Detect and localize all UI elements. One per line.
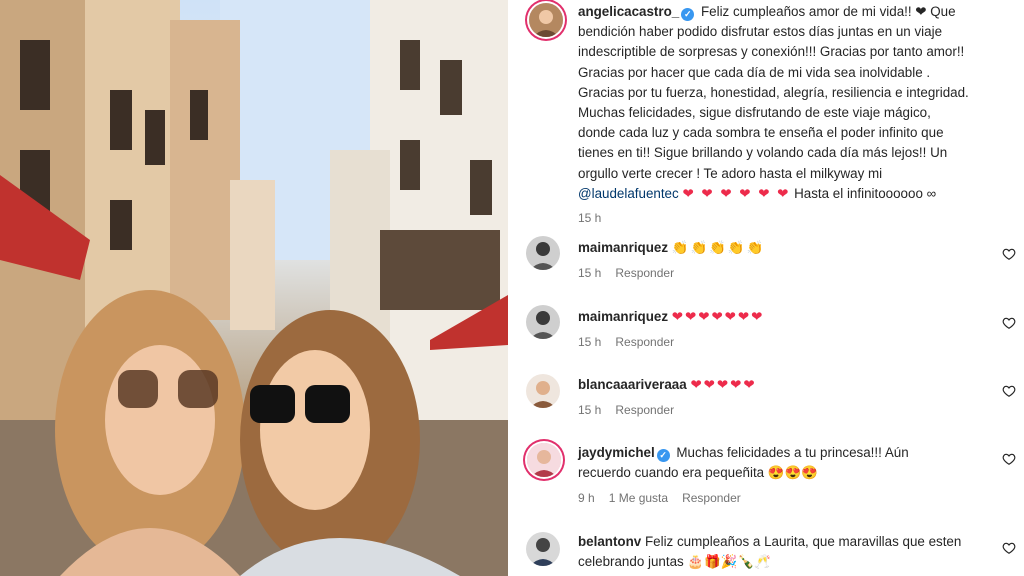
comment-avatar[interactable] [527, 443, 561, 477]
heart-outline-icon[interactable] [1002, 452, 1016, 466]
caption-line-1: Feliz cumpleaños amor de mi vida!! ❤ Que [700, 4, 956, 19]
caption-mention[interactable]: @laudelafuentec [578, 186, 679, 201]
reply-button[interactable]: Responder [682, 491, 741, 505]
heart-outline-icon[interactable] [1002, 541, 1016, 555]
verified-icon: ✓ [656, 449, 670, 462]
comment-username[interactable]: maimanriquez [578, 309, 668, 324]
heart-outline-icon[interactable] [1002, 247, 1016, 261]
comment-text: Muchas felicidades a tu princesa!!! Aún [676, 445, 909, 460]
comment-text-2: celebrando juntas 🎂🎁🎉🍾🥂 [578, 554, 771, 569]
caption-line-8: tienes en ti!! Sigue brillando y volando… [578, 145, 948, 161]
caption-time: 15 h [578, 211, 602, 226]
comment-time: 9 h [578, 491, 595, 505]
caption-line-9: orgullo verte crecer ! Te adoro hasta el… [578, 165, 883, 181]
post-caption: angelicacastro_ ✓ Feliz cumpleaños amor d… [578, 2, 1003, 228]
comment-text: 👏👏👏👏👏 [671, 240, 766, 255]
comment-time: 15 h [578, 403, 602, 417]
caption-avatar[interactable] [529, 3, 563, 37]
caption-meta: 15 h [578, 208, 1003, 228]
comment-item: blancaaariveraaa ❤❤❤❤❤ 15 h Responder [578, 375, 998, 420]
caption-line-5: Gracias por tu fuerza, honestidad, alegr… [578, 84, 969, 100]
reply-button[interactable]: Responder [615, 335, 674, 349]
caption-line-7: donde cada luz y cada sombra te enseña e… [578, 125, 944, 141]
comment-text: Feliz cumpleaños a Laurita, que maravill… [644, 534, 962, 549]
comment-likes[interactable]: 1 Me gusta [609, 491, 668, 505]
comment-username[interactable]: maimanriquez [578, 240, 668, 255]
caption-line-2: bendición haber podido disfrutar estos d… [578, 24, 943, 40]
verified-icon: ✓ [681, 8, 695, 21]
caption-tail: Hasta el infinitoooooo ∞ [794, 185, 937, 201]
reply-button[interactable]: Responder [615, 403, 674, 417]
reply-button[interactable]: Responder [615, 266, 674, 280]
photo-scene [0, 0, 508, 576]
caption-line-3: indescriptible de sorpresas y conexión!!… [578, 44, 965, 60]
heart-outline-icon[interactable] [1002, 384, 1016, 398]
comments-panel: angelicacastro_ ✓ Feliz cumpleaños amor d… [508, 0, 1024, 576]
comment-avatar[interactable] [526, 236, 560, 270]
comment-item: jaydymichel ✓ Muchas felicidades a tu pri… [578, 443, 998, 508]
comment-time: 15 h [578, 335, 602, 349]
post-photo[interactable] [0, 0, 508, 576]
comment-item: maimanriquez ❤❤❤❤❤❤❤ 15 h Responder [578, 307, 998, 352]
comment-item: belantonv Feliz cumpleaños a Laurita, qu… [578, 532, 998, 572]
comment-text: ❤❤❤❤❤ [690, 377, 757, 392]
caption-line-4: Gracias por hacer que cada día de mi vid… [578, 64, 931, 80]
comment-text-2: recuerdo cuando era pequeñita 😍😍😍 [578, 465, 818, 480]
comment-avatar[interactable] [526, 305, 560, 339]
comment-username[interactable]: blancaaariveraaa [578, 377, 687, 392]
comment-avatar[interactable] [526, 532, 560, 566]
heart-outline-icon[interactable] [1002, 316, 1016, 330]
comment-avatar[interactable] [526, 374, 560, 408]
comment-time: 15 h [578, 266, 602, 280]
caption-username[interactable]: angelicacastro_ [578, 4, 679, 19]
comment-text: ❤❤❤❤❤❤❤ [671, 309, 765, 324]
comment-username[interactable]: jaydymichel [578, 445, 655, 460]
comment-username[interactable]: belantonv [578, 534, 641, 549]
caption-line-6: Muchas felicidades, sigue disfrutando de… [578, 105, 931, 121]
comment-item: maimanriquez 👏👏👏👏👏 15 h Responder [578, 238, 998, 283]
caption-hearts: ❤ ❤ ❤ ❤ ❤ ❤ [682, 185, 791, 201]
